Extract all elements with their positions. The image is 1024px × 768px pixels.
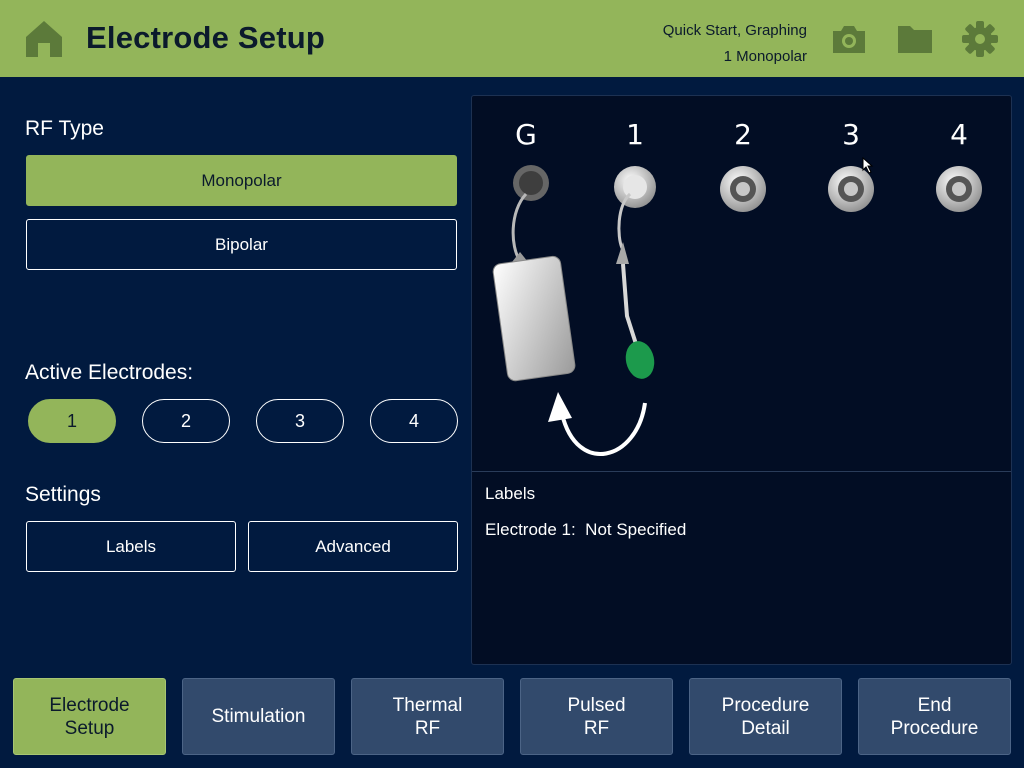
ground-cable bbox=[511, 192, 528, 262]
electrode-1-port-icon bbox=[614, 166, 656, 208]
settings-label: Settings bbox=[25, 483, 101, 506]
advanced-button[interactable]: Advanced bbox=[248, 521, 458, 572]
nav-end-procedure[interactable]: End Procedure bbox=[858, 678, 1011, 755]
ground-port-icon bbox=[513, 165, 549, 201]
header-bar: Electrode Setup Quick Start, Graphing 1 … bbox=[0, 0, 1024, 77]
bipolar-button[interactable]: Bipolar bbox=[26, 219, 457, 270]
active-electrodes-label: Active Electrodes: bbox=[25, 361, 194, 384]
panel-divider bbox=[472, 471, 1011, 472]
electrode-1-tip bbox=[625, 341, 655, 379]
nav-electrode-setup[interactable]: Electrode Setup bbox=[13, 678, 166, 755]
return-arrow-head bbox=[548, 392, 572, 422]
gear-icon[interactable] bbox=[961, 20, 999, 58]
electrode-1-probe bbox=[621, 263, 638, 345]
active-electrode-4-button[interactable]: 4 bbox=[370, 399, 458, 443]
electrode-wiring-diagram bbox=[492, 165, 982, 456]
nav-procedure-detail[interactable]: Procedure Detail bbox=[689, 678, 842, 755]
electrode-diagram-panel: G 1 2 3 4 Labels Electrode 1: Not Specif… bbox=[471, 95, 1012, 665]
port-4-icon bbox=[936, 166, 982, 212]
labels-heading: Labels bbox=[485, 484, 536, 503]
procedure-status: Quick Start, Graphing 1 Monopolar bbox=[663, 18, 807, 70]
active-electrode-3-button[interactable]: 3 bbox=[256, 399, 344, 443]
rf-type-label: RF Type bbox=[25, 117, 104, 140]
page-title: Electrode Setup bbox=[86, 20, 325, 55]
status-mode: Quick Start, Graphing bbox=[662, 22, 807, 39]
nav-thermal-rf[interactable]: Thermal RF bbox=[351, 678, 504, 755]
camera-icon[interactable] bbox=[830, 20, 868, 58]
folder-icon[interactable] bbox=[896, 20, 934, 58]
electrode-1-label: Electrode 1: Not Specified bbox=[485, 520, 687, 539]
port-2-icon bbox=[720, 166, 766, 212]
nav-pulsed-rf[interactable]: Pulsed RF bbox=[520, 678, 673, 755]
status-electrodes: 1 Monopolar bbox=[723, 48, 807, 65]
return-path-arrow bbox=[560, 402, 647, 456]
electrode-1-connector bbox=[616, 242, 629, 264]
labels-button[interactable]: Labels bbox=[26, 521, 236, 572]
active-electrode-2-button[interactable]: 2 bbox=[142, 399, 230, 443]
mouse-cursor-icon bbox=[862, 157, 874, 174]
monopolar-button[interactable]: Monopolar bbox=[26, 155, 457, 206]
ground-pad-icon bbox=[492, 255, 576, 382]
active-electrode-1-button[interactable]: 1 bbox=[28, 399, 116, 443]
nav-stimulation[interactable]: Stimulation bbox=[182, 678, 335, 755]
home-icon[interactable] bbox=[24, 19, 64, 59]
